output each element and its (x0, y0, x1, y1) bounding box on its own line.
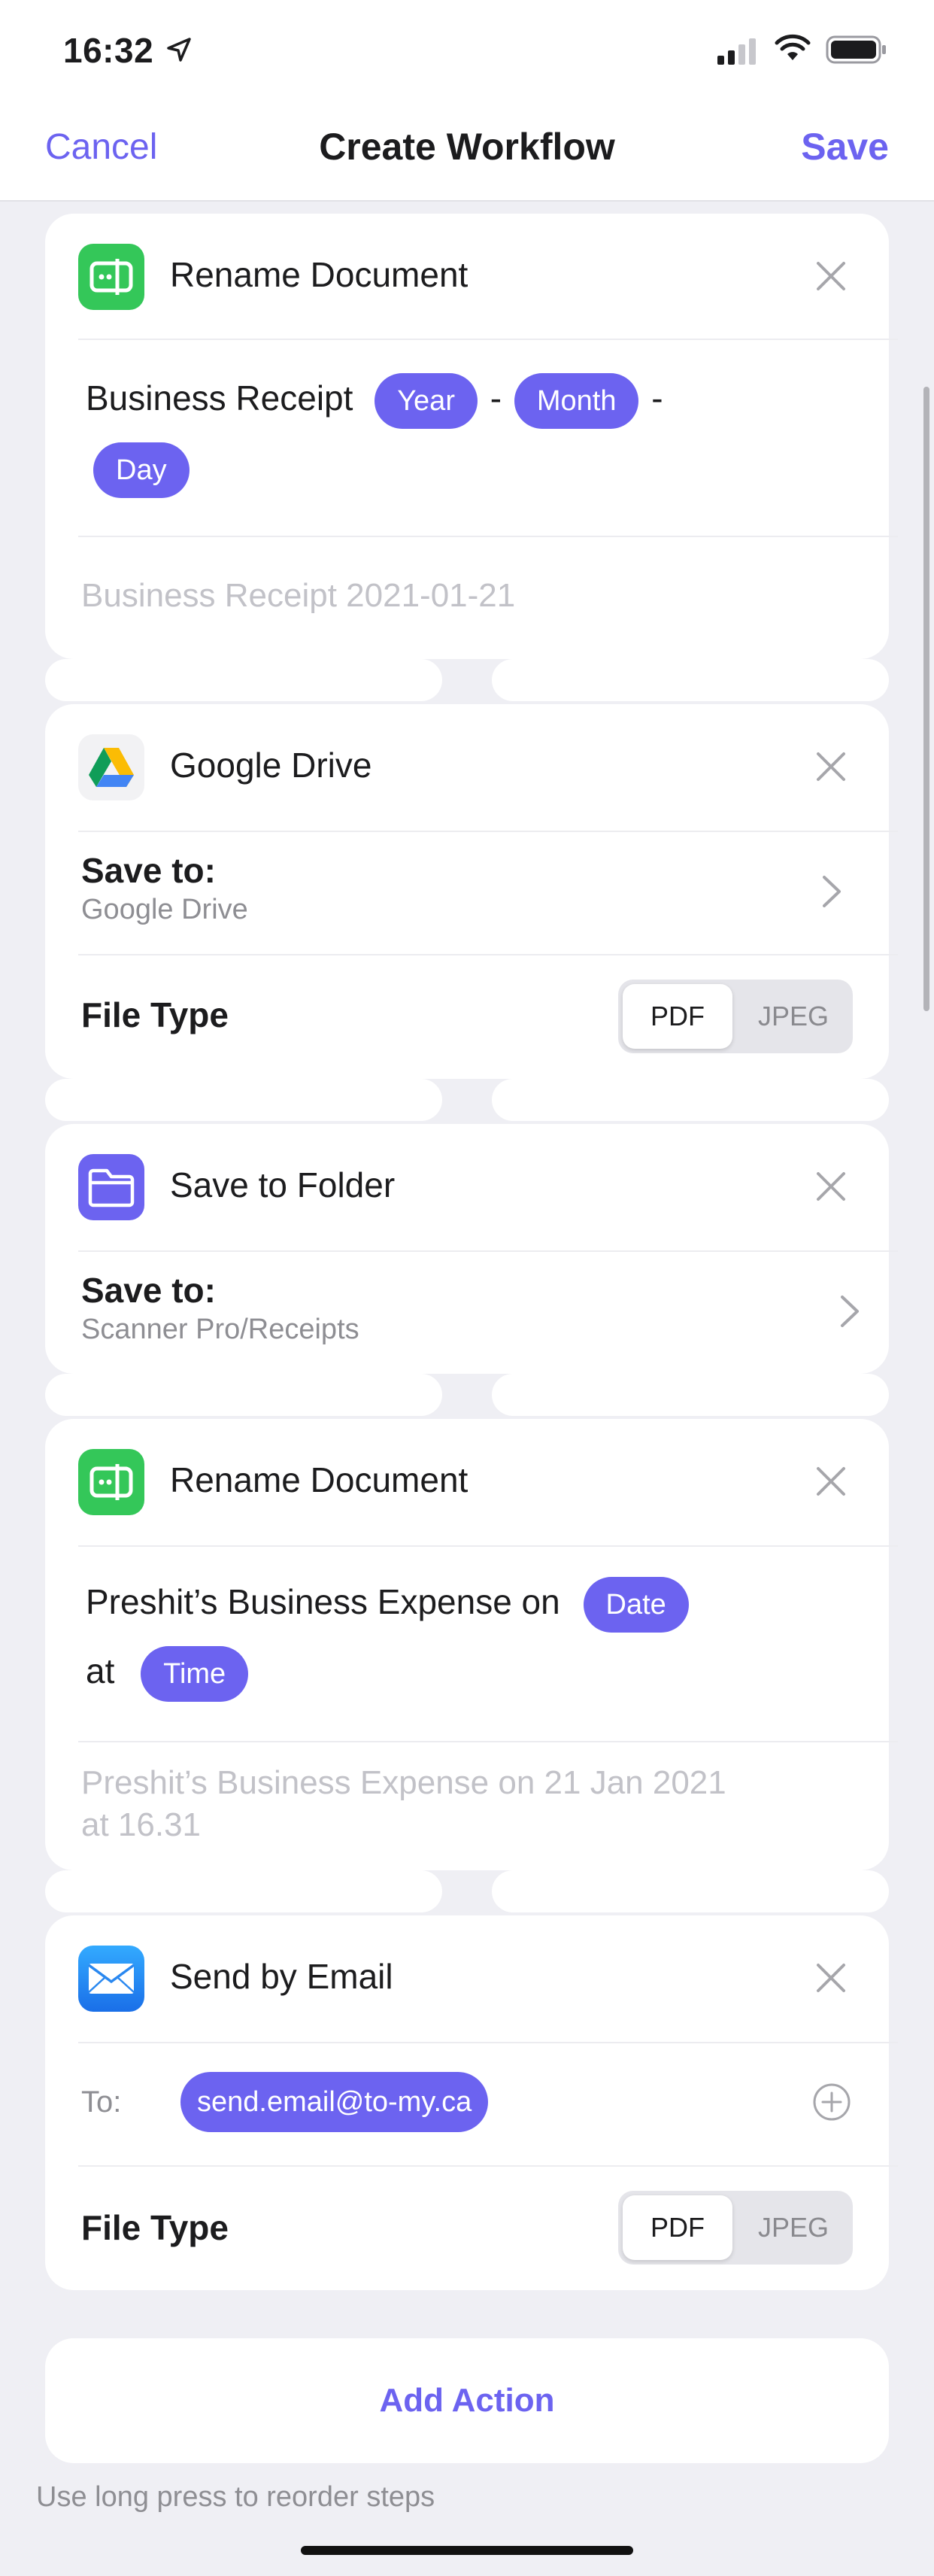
step-connector (45, 659, 442, 701)
card-header: Save to Folder (78, 1154, 856, 1220)
name-preview-line-1: Preshit’s Business Expense on 21 Jan 202… (81, 1764, 726, 1801)
format-text: at (86, 1651, 115, 1691)
token-day[interactable]: Day (93, 442, 190, 498)
google-drive-icon (78, 734, 144, 800)
step-connector (492, 659, 889, 701)
status-time: 16:32 (63, 31, 154, 70)
top-bar: 16:32 Cancel Create Workflow Save (0, 0, 934, 202)
reorder-hint: Use long press to reorder steps (36, 2481, 435, 2513)
save-to-value: Google Drive (81, 894, 248, 925)
divider (78, 831, 898, 832)
step-connector (45, 1079, 442, 1121)
mail-icon (78, 1946, 144, 2012)
name-format-line-1[interactable]: Business Receipt Year - Month - (86, 373, 666, 429)
file-type-label: File Type (81, 995, 229, 1034)
close-icon[interactable] (815, 1171, 847, 1202)
separator: - (490, 378, 502, 418)
step-connector (492, 1374, 889, 1416)
divider (78, 954, 898, 955)
card-header: Rename Document (78, 1449, 856, 1515)
folder-icon (78, 1154, 144, 1220)
divider (78, 1741, 898, 1742)
card-title: Google Drive (170, 746, 372, 785)
close-icon[interactable] (815, 751, 847, 782)
card-title: Rename Document (170, 1460, 469, 1499)
divider (78, 2165, 898, 2167)
save-to-value: Scanner Pro/Receipts (81, 1314, 359, 1345)
format-text: Preshit’s Business Expense on (86, 1582, 560, 1622)
battery-icon (826, 35, 886, 64)
location-arrow-icon (167, 38, 191, 62)
rename-icon (78, 244, 144, 310)
card-header: Send by Email (78, 1946, 856, 2012)
name-preview: Business Receipt 2021-01-21 (81, 577, 516, 614)
add-action-button[interactable]: Add Action (45, 2338, 889, 2463)
step-connector (492, 1870, 889, 1912)
close-icon[interactable] (815, 1962, 847, 1994)
card-title: Save to Folder (170, 1165, 396, 1204)
rename-document-card-2: Rename Document Preshit’s Business Expen… (45, 1419, 898, 1870)
divider (78, 339, 898, 340)
close-icon[interactable] (815, 1466, 847, 1497)
name-format-line-1[interactable]: Preshit’s Business Expense on Date (86, 1577, 689, 1633)
save-to-label: Save to: (81, 1271, 216, 1310)
scrollbar[interactable] (923, 387, 929, 1011)
recipient-chip[interactable]: send.email@to-my.ca (180, 2072, 489, 2132)
to-label: To: (81, 2085, 122, 2119)
step-connector (492, 1079, 889, 1121)
divider (78, 1250, 898, 1252)
token-date[interactable]: Date (583, 1577, 689, 1633)
card-title: Rename Document (170, 255, 469, 294)
save-to-label: Save to: (81, 851, 216, 890)
rename-document-card: Rename Document Business Receipt Year - … (45, 214, 898, 659)
save-button[interactable]: Save (801, 125, 889, 169)
cancel-button[interactable]: Cancel (45, 126, 157, 168)
file-type-pdf[interactable]: PDF (623, 2195, 732, 2260)
divider (78, 536, 898, 537)
divider (78, 1545, 898, 1547)
card-header: Google Drive (78, 734, 856, 800)
file-type-pdf[interactable]: PDF (623, 984, 732, 1049)
file-type-jpeg[interactable]: JPEG (738, 2195, 848, 2260)
chevron-right-icon (823, 876, 841, 907)
step-connector (45, 1374, 442, 1416)
step-connector (45, 1870, 442, 1912)
divider (78, 2042, 898, 2043)
home-indicator[interactable] (301, 2546, 633, 2555)
send-by-email-card: Send by Email To: send.email@to-my.ca Fi… (45, 1915, 898, 2290)
card-title: Send by Email (170, 1957, 393, 1996)
rename-icon (78, 1449, 144, 1515)
file-type-label: File Type (81, 2208, 229, 2247)
separator: - (651, 378, 663, 418)
save-to-folder-card: Save to Folder Save to: Scanner Pro/Rece… (45, 1124, 898, 1374)
close-icon[interactable] (815, 260, 847, 292)
cellular-signal-icon (717, 38, 756, 65)
wifi-icon (775, 34, 811, 60)
token-time[interactable]: Time (141, 1646, 249, 1702)
file-type-segmented-control[interactable]: PDF JPEG (618, 980, 853, 1053)
file-type-segmented-control[interactable]: PDF JPEG (618, 2191, 853, 2265)
file-type-jpeg[interactable]: JPEG (738, 984, 848, 1049)
token-year[interactable]: Year (375, 373, 478, 429)
google-drive-card: Google Drive Save to: Google Drive File … (45, 704, 898, 1079)
format-text: Business Receipt (86, 378, 353, 418)
token-month[interactable]: Month (514, 373, 639, 429)
name-preview-line-2: at 16.31 (81, 1806, 202, 1843)
plus-circle-icon[interactable] (812, 2082, 851, 2122)
name-format-line-2[interactable]: Day (93, 442, 190, 498)
name-format-line-2[interactable]: at Time (86, 1646, 249, 1702)
card-header: Rename Document (78, 244, 856, 310)
chevron-right-icon (841, 1296, 859, 1327)
